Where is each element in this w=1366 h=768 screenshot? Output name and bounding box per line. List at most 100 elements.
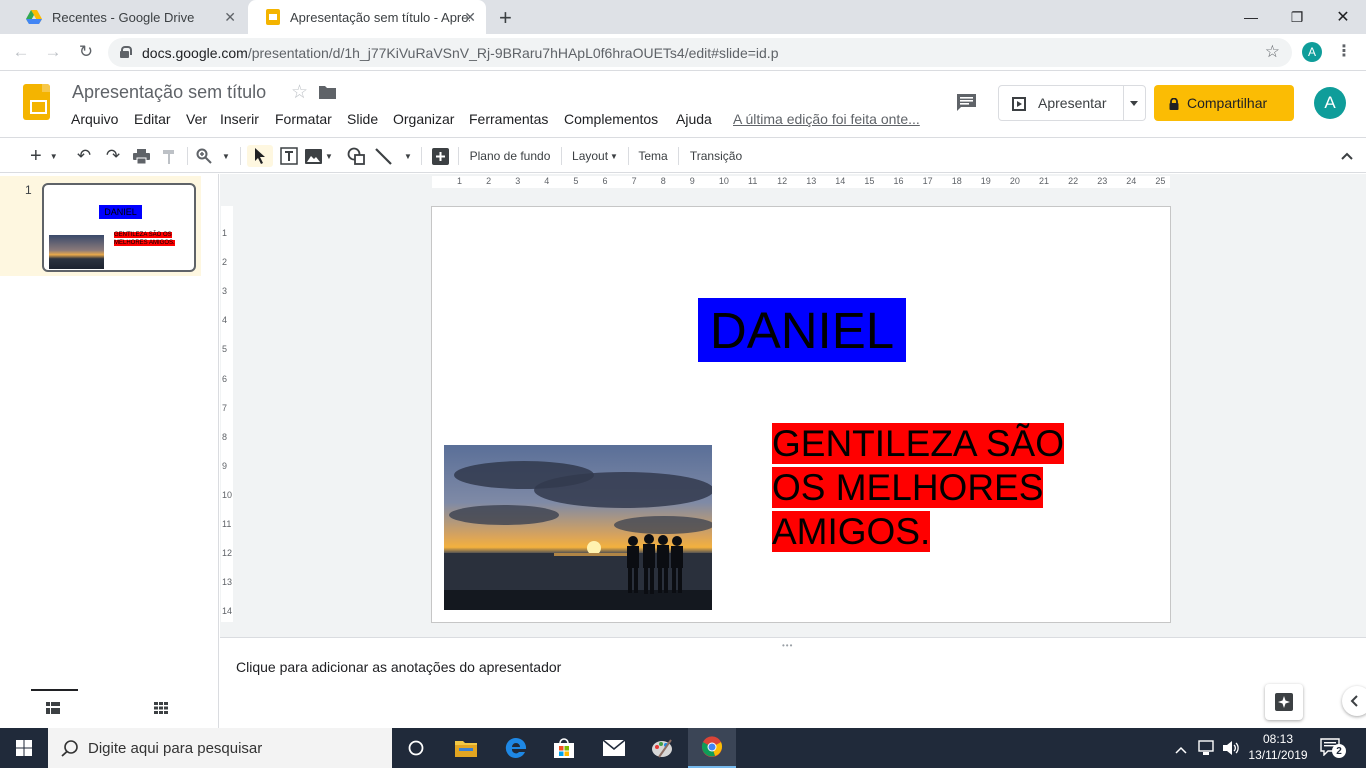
account-avatar[interactable]: A [1314, 87, 1346, 119]
menu-ferramentas[interactable]: Ferramentas [469, 111, 548, 127]
slide-editor[interactable]: DANIEL GENTILEZA SÃO OS MELHORES AMIGOS. [431, 206, 1171, 623]
restore-window-icon[interactable]: ❐ [1274, 0, 1320, 34]
reload-icon[interactable]: ↻ [75, 42, 97, 62]
explore-icon [1275, 693, 1293, 711]
slide-image-sunset[interactable] [444, 445, 712, 610]
menu-formatar[interactable]: Formatar [275, 111, 332, 127]
ruler-tick-label: 22 [1068, 176, 1079, 186]
browser-menu-icon[interactable]: ⋮ [1336, 41, 1352, 61]
ruler-tick-label: 7 [631, 176, 637, 186]
print-icon[interactable] [129, 145, 153, 167]
browser-address-bar: ← → ↻ docs.google.com/presentation/d/1h_… [0, 34, 1366, 71]
background-button[interactable]: Plano de fundo [465, 145, 555, 167]
bookmark-star-icon[interactable]: ☆ [1265, 42, 1280, 62]
network-icon[interactable] [1198, 740, 1216, 761]
google-slides-icon [266, 9, 280, 25]
menu-slide[interactable]: Slide [347, 111, 378, 127]
ruler-tick-label: 8 [222, 431, 228, 442]
active-view-indicator [31, 689, 78, 691]
ruler-tick-label: 12 [222, 548, 233, 559]
menu-organizar[interactable]: Organizar [393, 111, 454, 127]
present-label: Apresentar [1038, 95, 1107, 111]
last-edit-link[interactable]: A última edição foi feita onte... [733, 111, 920, 127]
add-comment-icon[interactable] [429, 145, 451, 167]
side-panel-toggle[interactable] [1342, 686, 1366, 716]
layout-button[interactable]: Layout ▼ [568, 145, 622, 167]
grid-view-icon[interactable] [154, 701, 168, 719]
tab-google-drive[interactable]: Recentes - Google Drive ✕ [8, 0, 246, 34]
forward-arrow-icon[interactable]: → [42, 42, 64, 62]
show-hidden-icons-icon[interactable] [1175, 741, 1187, 759]
present-button[interactable]: Apresentar [998, 85, 1146, 121]
url-bar[interactable]: docs.google.com/presentation/d/1h_j77KiV… [108, 38, 1292, 67]
new-tab-button[interactable]: + [499, 5, 512, 31]
windows-taskbar: Digite aqui para pesquisar 08:13 13/11/2… [0, 728, 1366, 768]
close-tab-icon[interactable]: ✕ [224, 9, 236, 26]
layout-label: Layout [572, 149, 609, 163]
collapse-toolbar-icon[interactable] [1336, 145, 1358, 167]
edge-browser-icon[interactable] [492, 728, 540, 768]
file-explorer-icon[interactable] [442, 728, 490, 768]
thumbnail-title: DANIEL [99, 205, 142, 219]
ruler-tick-label: 6 [602, 176, 608, 186]
menu-arquivo[interactable]: Arquivo [71, 111, 118, 127]
task-view-icon[interactable] [392, 728, 440, 768]
thumbnail-body-text: GENTILEZA SÃO OS MELHORES AMIGOS. [114, 232, 175, 246]
filmstrip-view-icon[interactable] [46, 701, 60, 719]
menu-ver[interactable]: Ver [186, 111, 207, 127]
folder-icon[interactable] [319, 85, 336, 104]
paint-format-icon[interactable] [157, 145, 181, 167]
new-slide-button[interactable]: + ▼ [26, 145, 66, 167]
slide-thumbnail[interactable]: DANIEL GENTILEZA SÃO OS MELHORES AMIGOS. [42, 183, 196, 272]
clock-time: 08:13 [1262, 732, 1294, 746]
menu-ajuda[interactable]: Ajuda [676, 111, 712, 127]
slide-title-textbox[interactable]: DANIEL [698, 298, 906, 362]
ruler-tick-label: 10 [222, 489, 233, 500]
paint-app-icon[interactable] [638, 728, 686, 768]
zoom-icon [196, 148, 212, 164]
transition-button[interactable]: Transição [685, 145, 747, 167]
redo-icon[interactable]: ↷ [101, 145, 125, 167]
present-dropdown-icon[interactable] [1130, 101, 1138, 106]
notes-resize-handle[interactable]: ••• [220, 637, 1366, 650]
back-arrow-icon[interactable]: ← [10, 42, 32, 62]
google-slides-logo-icon[interactable] [23, 84, 50, 120]
microsoft-store-icon[interactable] [540, 728, 588, 768]
mail-icon[interactable] [590, 728, 638, 768]
theme-button[interactable]: Tema [634, 145, 672, 167]
select-tool-icon[interactable] [247, 145, 273, 167]
star-icon[interactable]: ☆ [291, 81, 308, 104]
chevron-down-icon: ▼ [49, 151, 58, 161]
insert-image-button[interactable]: ▼ [305, 145, 339, 167]
windows-start-button[interactable] [0, 728, 48, 768]
notification-center-icon[interactable]: 2 [1320, 738, 1350, 760]
taskbar-search-input[interactable]: Digite aqui para pesquisar [48, 728, 392, 768]
text-box-icon[interactable] [277, 145, 301, 167]
browser-profile-avatar[interactable]: A [1302, 42, 1322, 62]
close-window-icon[interactable]: ✕ [1320, 0, 1366, 34]
close-tab-icon[interactable]: ✕ [464, 9, 476, 26]
share-button[interactable]: Compartilhar [1154, 85, 1294, 121]
shape-icon[interactable] [345, 145, 367, 167]
search-icon [61, 739, 79, 761]
explore-button[interactable] [1265, 684, 1303, 720]
chevron-down-icon: ▼ [404, 151, 412, 161]
menu-editar[interactable]: Editar [134, 111, 171, 127]
comments-icon[interactable] [956, 93, 977, 117]
slide-thumbnail-row[interactable]: 1 DANIEL GENTILEZA SÃO OS MELHORES AMIGO… [0, 176, 201, 276]
volume-icon[interactable] [1222, 740, 1240, 761]
present-play-icon [1012, 97, 1026, 114]
menu-inserir[interactable]: Inserir [220, 111, 259, 127]
slide-body-textbox[interactable]: GENTILEZA SÃO OS MELHORES AMIGOS. [772, 422, 1072, 554]
chrome-taskbar-icon[interactable] [688, 728, 736, 768]
taskbar-clock[interactable]: 08:13 13/11/2019 [1246, 731, 1310, 763]
tab-google-slides[interactable]: Apresentação sem título - Apres ✕ [248, 0, 486, 34]
ruler-tick-label: 12 [777, 176, 788, 186]
document-title[interactable]: Apresentação sem título [72, 82, 266, 103]
undo-icon[interactable]: ↶ [72, 145, 96, 167]
line-tool-button[interactable]: ▼ [375, 145, 415, 167]
minimize-window-icon[interactable]: — [1228, 0, 1274, 34]
zoom-button[interactable]: ▼ [196, 145, 234, 167]
menu-complementos[interactable]: Complementos [564, 111, 658, 127]
speaker-notes-area[interactable]: Clique para adicionar as anotações do ap… [220, 647, 1366, 728]
